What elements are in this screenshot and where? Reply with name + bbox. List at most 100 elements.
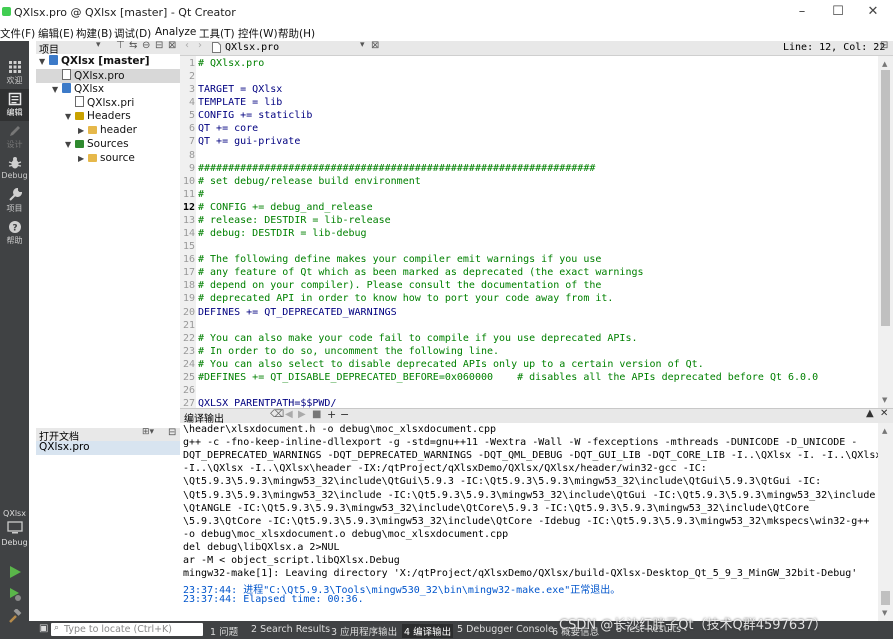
previous-icon[interactable]: ◀ xyxy=(285,409,293,420)
tree-item[interactable]: ▶ header xyxy=(36,124,180,138)
scroll-thumb[interactable] xyxy=(881,70,890,326)
output-scrollbar[interactable]: ▲ ▼ xyxy=(878,423,893,621)
forward-icon[interactable]: › xyxy=(198,40,202,51)
menu-edit[interactable]: 编辑(E) xyxy=(38,26,74,41)
code-line: # set debug/release build environment xyxy=(198,175,421,187)
expanded-arrow-icon[interactable]: ▼ xyxy=(39,57,49,66)
tab-compile-output[interactable]: 4 编译输出 xyxy=(402,624,454,638)
tree-item[interactable]: ▶ source xyxy=(36,152,180,166)
close-pane-icon[interactable]: ⊟ xyxy=(168,427,176,438)
line-number: 12 xyxy=(182,201,195,213)
scroll-down-icon[interactable]: ▼ xyxy=(882,396,887,404)
expanded-arrow-icon[interactable]: ▼ xyxy=(65,112,75,121)
dropdown-icon[interactable]: ⊞▾ xyxy=(142,427,154,437)
maximize-icon[interactable]: ☐ xyxy=(829,4,847,20)
back-icon[interactable]: ‹ xyxy=(185,40,189,51)
close-pane-icon[interactable]: ⊠ xyxy=(168,40,176,51)
scroll-thumb[interactable] xyxy=(881,591,890,605)
close-icon[interactable]: ✕ xyxy=(864,4,882,20)
tree-item-label: Headers xyxy=(87,110,131,123)
pencil-icon xyxy=(9,126,20,136)
line-number: 4 xyxy=(188,97,195,109)
close-output-icon[interactable]: ✕ xyxy=(880,408,888,419)
wrench-icon xyxy=(8,188,22,201)
maximize-pane-icon[interactable]: ▲ xyxy=(866,408,874,419)
mode-label: 帮助 xyxy=(6,236,23,245)
menu-widgets[interactable]: 控件(W) xyxy=(238,26,278,41)
menu-build[interactable]: 构建(B) xyxy=(76,26,112,41)
sync-icon[interactable]: ⇆ xyxy=(129,40,137,51)
tab-application-output[interactable]: 3 应用程序输出 xyxy=(331,624,397,638)
minimize-icon[interactable]: – xyxy=(793,4,811,20)
code-line: TEMPLATE = lib xyxy=(198,97,283,109)
zoom-out-icon[interactable]: − xyxy=(340,408,349,421)
tree-item[interactable]: QXlsx.pri xyxy=(36,96,180,110)
build-button[interactable] xyxy=(8,608,22,626)
mode-welcome[interactable]: 欢迎 xyxy=(0,57,29,89)
code-line: # release: DESTDIR = lib-release xyxy=(198,214,391,226)
tab-debugger-console[interactable]: 5 Debugger Console xyxy=(457,624,554,635)
tree-item[interactable]: ▼ QXlsx xyxy=(36,82,180,97)
mode-debug[interactable]: Debug xyxy=(0,153,29,185)
code-line: # depend on your compiler). Please consu… xyxy=(198,280,602,292)
menu-debug[interactable]: 调试(D) xyxy=(114,26,151,41)
mode-design[interactable]: 设计 xyxy=(0,121,29,153)
close-document-icon[interactable]: ⊠ xyxy=(371,40,379,51)
line-number: 3 xyxy=(188,84,195,96)
line-number: 13 xyxy=(182,214,195,226)
expanded-arrow-icon[interactable]: ▼ xyxy=(65,140,75,149)
editor-tab-filename[interactable]: QXlsx.pro xyxy=(225,42,279,53)
collapsed-arrow-icon[interactable]: ▶ xyxy=(78,154,88,163)
mode-projects[interactable]: 项目 xyxy=(0,185,29,217)
run-icon xyxy=(10,566,21,578)
scroll-up-icon[interactable]: ▲ xyxy=(882,60,887,68)
monitor-icon xyxy=(6,521,23,534)
menu-analyze[interactable]: Analyze xyxy=(155,26,196,38)
line-number: 21 xyxy=(182,319,195,331)
collapsed-arrow-icon[interactable]: ▶ xyxy=(78,126,88,135)
menu-tools[interactable]: 工具(T) xyxy=(199,26,235,41)
locator-input[interactable]: ⌕ Type to locate (Ctrl+K) xyxy=(51,623,203,636)
zoom-in-icon[interactable]: + xyxy=(327,408,336,421)
csdn-watermark: CSDN @长沙红胖子Qt（技术Q群4597637） xyxy=(559,618,827,633)
stop-icon[interactable]: ■ xyxy=(312,409,321,420)
split-editor-icon[interactable]: ⊟ xyxy=(880,40,888,51)
tab-search-results[interactable]: 2 Search Results xyxy=(251,624,330,635)
code-editor[interactable]: # QXlsx.pro TARGET = QXlsx TEMPLATE = lib C… xyxy=(196,56,878,408)
debug-run-button[interactable] xyxy=(8,587,22,604)
output-line: ar -M < object_script.libQXlsx.Debug xyxy=(183,555,400,566)
build-target-selector[interactable]: Debug xyxy=(0,521,29,553)
output-line: \QtANGLE -IC:\Qt5.9.3\5.9.3\mingw53_32\i… xyxy=(183,502,810,514)
document-dropdown-icon[interactable]: ▾ xyxy=(360,40,365,50)
tree-item[interactable]: ▼ Sources xyxy=(36,138,180,152)
line-number: 2 xyxy=(188,71,195,83)
next-icon[interactable]: ▶ xyxy=(298,409,306,420)
menu-help[interactable]: 帮助(H) xyxy=(278,26,315,41)
scroll-down-icon[interactable]: ▼ xyxy=(882,609,887,617)
expanded-arrow-icon[interactable]: ▼ xyxy=(52,85,62,94)
open-document-item[interactable]: QXlsx.pro xyxy=(36,441,180,455)
mode-edit[interactable]: 编辑 xyxy=(0,89,29,121)
clean-output-icon[interactable]: ⌫ xyxy=(270,409,284,420)
tree-item[interactable]: ▼ Headers xyxy=(36,110,180,124)
tree-item[interactable]: ▼ QXlsx [master] xyxy=(36,55,180,69)
line-number: 8 xyxy=(188,149,195,161)
tree-item[interactable]: QXlsx.pro xyxy=(36,68,180,83)
menu-file[interactable]: 文件(F) xyxy=(0,26,35,41)
code-line: CONFIG += staticlib xyxy=(198,110,313,122)
code-line: # The following define makes your compil… xyxy=(198,254,602,266)
grid-icon xyxy=(8,61,21,73)
link-icon[interactable]: ⊖ xyxy=(142,40,150,51)
folder-icon xyxy=(88,153,97,162)
filter-icon[interactable]: ⊤ xyxy=(116,40,125,51)
scroll-up-icon[interactable]: ▲ xyxy=(882,427,887,435)
toggle-sidebar-icon[interactable]: ▣ xyxy=(39,623,48,634)
tab-issues[interactable]: 1 问题 xyxy=(210,624,238,638)
view-select-arrow-icon[interactable]: ▾ xyxy=(96,40,101,50)
open-documents-list: QXlsx.pro xyxy=(36,441,180,621)
run-button[interactable] xyxy=(8,565,22,582)
mode-selector-bar: 欢迎 编辑 设计 Debug 项目 ? 帮助 QXlsx Debug xyxy=(0,41,29,639)
split-icon[interactable]: ⊟ xyxy=(155,40,163,51)
editor-scrollbar[interactable]: ▲ ▼ xyxy=(878,56,893,408)
mode-help[interactable]: ? 帮助 xyxy=(0,217,29,249)
